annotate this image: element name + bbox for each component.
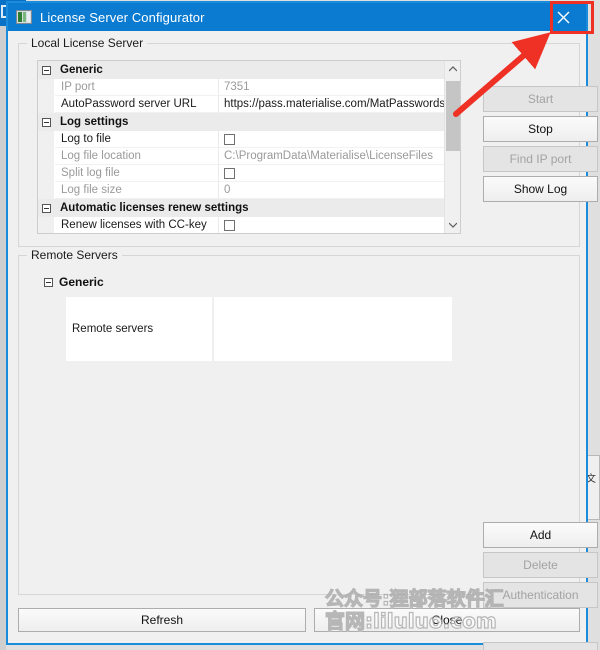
- table-row[interactable]: Log file size 0: [38, 182, 444, 199]
- collapse-icon[interactable]: [41, 117, 51, 127]
- collapse-icon[interactable]: [43, 277, 53, 287]
- property-category-generic[interactable]: Generic: [38, 61, 444, 79]
- row-gutter: [38, 217, 55, 233]
- category-label: Generic: [59, 275, 104, 289]
- remote-servers-legend: Remote Servers: [27, 248, 122, 262]
- property-category-log-settings[interactable]: Log settings: [38, 113, 444, 131]
- refresh-button[interactable]: Refresh: [18, 608, 306, 632]
- authentication-button[interactable]: Authentication: [483, 582, 598, 608]
- table-row[interactable]: IP port 7351: [38, 79, 444, 96]
- table-row[interactable]: Log to file: [38, 131, 444, 148]
- local-properties-grid[interactable]: Generic IP port 7351 AutoPassword server…: [37, 60, 461, 234]
- property-name: Log file size: [55, 182, 219, 199]
- property-name: Log to file: [55, 131, 219, 148]
- show-log-button[interactable]: Show Log: [483, 176, 598, 202]
- property-name: IP port: [55, 79, 219, 96]
- add-button[interactable]: Add: [483, 522, 598, 548]
- local-grid-scrollbar[interactable]: [444, 61, 460, 233]
- category-label: Log settings: [60, 116, 129, 128]
- collapse-icon[interactable]: [41, 203, 51, 213]
- row-gutter: [38, 79, 55, 96]
- local-license-server-legend: Local License Server: [27, 36, 148, 50]
- license-server-configurator-window: License Server Configurator Local Licens…: [6, 1, 598, 650]
- category-gutter: [38, 61, 54, 79]
- property-value[interactable]: 0: [219, 182, 444, 199]
- remote-properties-grid[interactable]: Generic Remote servers: [37, 272, 461, 378]
- property-value[interactable]: 7351: [219, 79, 444, 96]
- property-name: Renew licenses with CC-key: [55, 217, 219, 233]
- local-properties-rows: Generic IP port 7351 AutoPassword server…: [38, 61, 444, 233]
- row-gutter: [38, 131, 55, 148]
- collapse-icon[interactable]: [41, 65, 51, 75]
- scroll-up-icon[interactable]: [445, 61, 460, 77]
- log-to-file-checkbox[interactable]: [224, 133, 235, 145]
- split-log-file-checkbox[interactable]: [224, 167, 235, 179]
- table-row[interactable]: Renew licenses with CC-key: [38, 217, 444, 233]
- local-license-server-group: Local License Server Generic IP port 735…: [18, 36, 598, 247]
- window-titlebar[interactable]: License Server Configurator: [8, 3, 586, 31]
- table-row[interactable]: Log file location C:\ProgramData\Materia…: [38, 148, 444, 165]
- property-category-auto-renew[interactable]: Automatic licenses renew settings: [38, 199, 444, 217]
- row-gutter: [38, 148, 55, 165]
- property-value-checkbox[interactable]: [219, 131, 444, 148]
- property-value[interactable]: https://pass.materialise.com/MatPassword…: [219, 96, 444, 113]
- window-client-area: Local License Server Generic IP port 735…: [8, 31, 598, 650]
- property-name: AutoPassword server URL: [55, 96, 219, 113]
- renew-cckey-checkbox[interactable]: [224, 219, 235, 231]
- property-name: Split log file: [55, 165, 219, 182]
- table-row[interactable]: Split log file: [38, 165, 444, 182]
- category-gutter: [38, 113, 54, 131]
- start-button[interactable]: Start: [483, 86, 598, 112]
- stop-button[interactable]: Stop: [483, 116, 598, 142]
- close-dialog-button[interactable]: Close: [314, 608, 580, 632]
- property-name: Remote servers: [65, 296, 213, 362]
- property-name: Log file location: [55, 148, 219, 165]
- window-title: License Server Configurator: [40, 9, 205, 25]
- remote-servers-group: Remote Servers Generic Remote servers Ad…: [18, 248, 598, 650]
- close-button[interactable]: [540, 3, 586, 31]
- row-gutter: [38, 165, 55, 182]
- scrollbar-thumb[interactable]: [446, 81, 460, 151]
- category-label: Generic: [60, 64, 103, 76]
- category-gutter: [38, 199, 54, 217]
- background-window-text: 文: [586, 474, 596, 485]
- property-value-checkbox[interactable]: [219, 165, 444, 182]
- row-gutter: [38, 96, 55, 113]
- remote-servers-row[interactable]: Remote servers: [65, 296, 461, 362]
- delete-button[interactable]: Delete: [483, 552, 598, 578]
- screenshot-root: 文 License Server Configurator Local Lice…: [0, 0, 600, 650]
- property-value[interactable]: [213, 296, 453, 362]
- scroll-down-icon[interactable]: [445, 217, 460, 233]
- category-label: Automatic licenses renew settings: [60, 202, 249, 214]
- property-category-generic-remote[interactable]: Generic: [37, 272, 461, 292]
- row-gutter: [38, 182, 55, 199]
- find-ip-port-button[interactable]: Find IP port: [483, 146, 598, 172]
- app-window-icon: [16, 10, 32, 24]
- table-row[interactable]: AutoPassword server URL https://pass.mat…: [38, 96, 444, 113]
- browse-button[interactable]: Browse...: [483, 642, 598, 650]
- category-gutter: [37, 277, 59, 287]
- property-value-checkbox[interactable]: [219, 217, 444, 233]
- property-value[interactable]: C:\ProgramData\Materialise\LicenseFiles: [219, 148, 444, 165]
